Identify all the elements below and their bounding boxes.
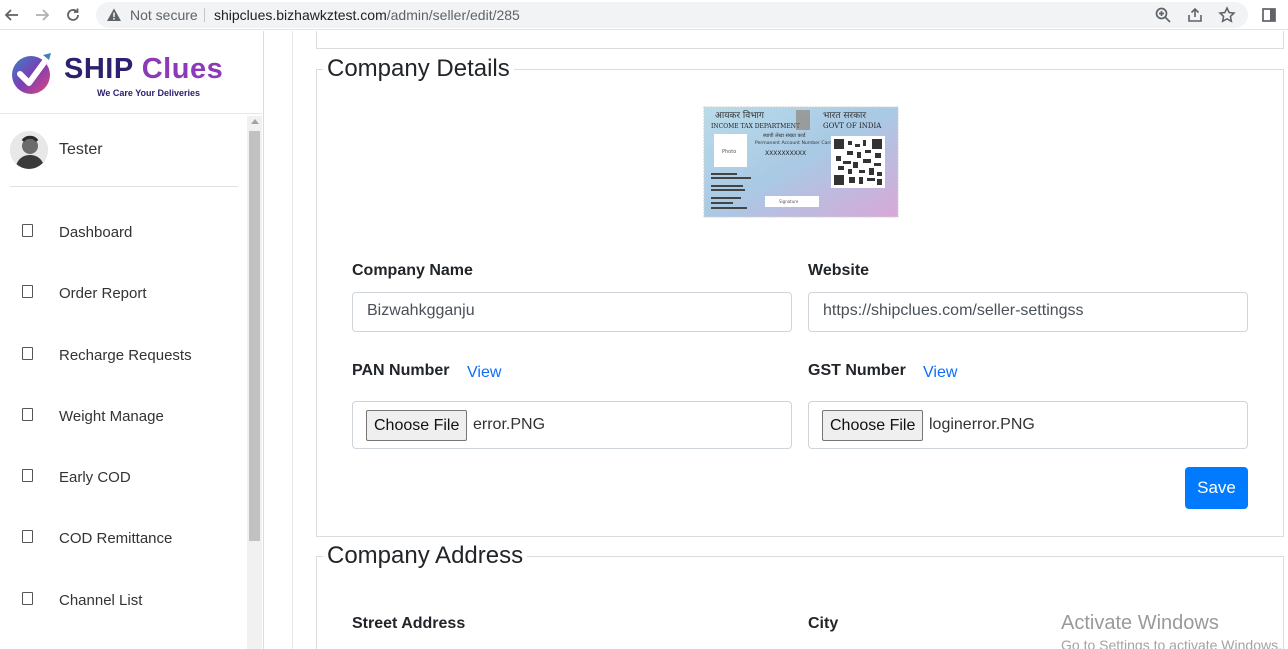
menu-item-icon [22, 469, 33, 483]
sidebar-item-recharge-requests[interactable]: Recharge Requests [0, 332, 246, 393]
sidebar: SHIP Clues We Care Your Deliveries Teste… [0, 31, 264, 649]
gst-file-input[interactable]: Choose File loginerror.PNG [808, 401, 1248, 449]
pan-govt-hindi: भारत सरकार [823, 111, 866, 121]
gst-view-link[interactable]: View [923, 364, 957, 382]
warning-icon[interactable] [106, 7, 122, 23]
company-address-heading: Company Address [323, 542, 528, 570]
sidebar-item-early-cod[interactable]: Early COD [0, 454, 246, 515]
save-button[interactable]: Save [1185, 467, 1248, 509]
pan-file-input[interactable]: Choose File error.PNG [352, 401, 792, 449]
menu-item-icon [22, 530, 33, 544]
gst-number-label: GST Number [808, 362, 906, 379]
logo-mark-icon [12, 50, 54, 94]
sidebar-item-label: Dashboard [59, 224, 133, 241]
sidebar-item-cod-remittance[interactable]: COD Remittance [0, 515, 246, 576]
pan-govt-english: GOVT OF INDIA [823, 122, 882, 130]
zoom-icon[interactable] [1154, 6, 1172, 24]
security-label: Not secure [130, 7, 198, 23]
avatar[interactable] [10, 131, 48, 169]
back-icon[interactable] [1, 4, 23, 26]
forward-icon[interactable] [31, 4, 53, 26]
sidebar-item-channel-list[interactable]: Channel List [0, 577, 246, 638]
share-icon[interactable] [1186, 6, 1204, 24]
company-details-heading: Company Details [323, 55, 514, 83]
pan-signature-text: Signature [779, 199, 799, 204]
bookmark-star-icon[interactable] [1218, 6, 1236, 24]
company-name-input[interactable]: Bizwahkgganju [352, 292, 792, 332]
scrollbar-thumb[interactable] [249, 131, 260, 541]
url-path: /admin/seller/edit/285 [386, 7, 520, 23]
pan-number-text: XXXXXXXXXX [765, 150, 806, 157]
pan-choose-file-button[interactable]: Choose File [366, 410, 468, 441]
pan-card-title: Permanent Account Number Card [755, 140, 832, 146]
gst-choose-file-button[interactable]: Choose File [822, 410, 924, 441]
sidebar-item-weight-manage[interactable]: Weight Manage [0, 393, 246, 454]
company-address-section: Company Address Street Address City [316, 542, 1284, 649]
sidebar-menu: Dashboard Order Report Recharge Requests… [0, 209, 246, 638]
company-name-label: Company Name [352, 262, 473, 279]
pan-number-label: PAN Number [352, 362, 450, 379]
user-name: Tester [59, 141, 103, 158]
website-label: Website [808, 262, 870, 279]
logo-clues-text: Clues [141, 53, 224, 85]
pan-dept-hindi: आयकर विभाग [715, 109, 765, 121]
website-input[interactable]: https://shipclues.com/seller-settingss [808, 292, 1248, 332]
sidebar-item-label: Recharge Requests [59, 346, 192, 364]
sidebar-item-label: Weight Manage [59, 407, 164, 425]
scroll-up-arrow-icon[interactable] [251, 119, 259, 124]
sidebar-item-label: Order Report [59, 285, 147, 303]
sidebar-scrollbar[interactable] [247, 116, 262, 649]
url-host: shipclues.bizhawkztest.com [214, 7, 387, 23]
city-label: City [808, 615, 839, 632]
main-content: Company Details आयकर विभाग भारत सरकार IN… [265, 31, 1288, 649]
logo-wordmark: SHIP Clues [64, 53, 223, 86]
pan-photo-text: Photo [722, 149, 736, 155]
sidebar-item-dashboard[interactable]: Dashboard [0, 209, 246, 270]
sidebar-item-label: COD Remittance [59, 530, 173, 548]
pan-card-image[interactable]: आयकर विभाग भारत सरकार INCOME TAX DEPARTM… [703, 106, 899, 218]
street-address-label: Street Address [352, 615, 466, 632]
address-bar[interactable]: Not secure shipclues.bizhawkztest.com/ad… [96, 2, 1248, 28]
sidebar-item-label: Channel List [59, 591, 143, 609]
reload-icon[interactable] [62, 4, 84, 26]
user-divider [10, 186, 238, 187]
browser-toolbar: Not secure shipclues.bizhawkztest.com/ad… [0, 0, 1288, 30]
pan-file-name: error.PNG [473, 416, 546, 433]
menu-item-icon [22, 224, 33, 237]
logo-tagline: We Care Your Deliveries [97, 88, 201, 98]
pan-card-hindi: स्थायी लेखा संख्या कार्ड [763, 132, 806, 139]
sidebar-item-order-report[interactable]: Order Report [0, 270, 246, 331]
pan-view-link[interactable]: View [467, 364, 501, 382]
pan-dept-english: INCOME TAX DEPARTMENT [711, 123, 800, 130]
company-details-section: Company Details आयकर विभाग भारत सरकार IN… [316, 55, 1284, 537]
previous-section-box [316, 31, 1284, 49]
sidebar-item-label: Early COD [59, 469, 131, 487]
menu-item-icon [22, 591, 33, 605]
activate-windows-subtitle: Go to Settings to activate Windows. [1061, 637, 1282, 649]
content-border [292, 31, 293, 649]
logo-divider [0, 113, 262, 114]
shipclues-logo[interactable]: SHIP Clues We Care Your Deliveries [10, 43, 240, 103]
logo-ship-text: SHIP [64, 53, 134, 85]
omnibox-separator [204, 8, 205, 22]
menu-item-icon [22, 407, 33, 421]
menu-item-icon [22, 285, 33, 299]
activate-windows-title: Activate Windows [1061, 612, 1219, 634]
side-panel-icon[interactable] [1258, 4, 1280, 26]
menu-item-icon [22, 346, 33, 360]
gst-file-name: loginerror.PNG [929, 416, 1035, 433]
url-text[interactable]: shipclues.bizhawkztest.com/admin/seller/… [214, 7, 520, 23]
